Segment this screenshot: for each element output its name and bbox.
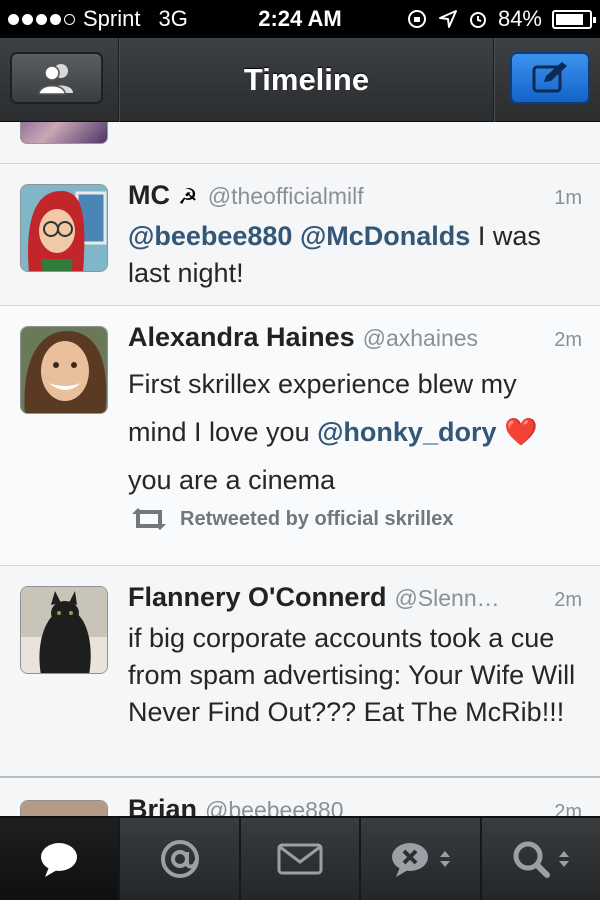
tab-timeline[interactable] <box>0 818 121 900</box>
compose-button[interactable] <box>510 52 590 104</box>
mention-link[interactable]: @honky_dory <box>317 417 496 447</box>
list-item[interactable] <box>0 122 600 164</box>
carrier-name: Sprint <box>83 6 141 31</box>
chevron-updown-icon <box>558 851 569 867</box>
chevron-updown-icon <box>440 851 451 867</box>
tweet-header: Flannery O'Connerd @Slenn… 2m <box>128 582 582 616</box>
tweet-header: MC ☭ @theofficialmilf 1m <box>128 180 582 214</box>
tweet-handle[interactable]: @beebee880 <box>205 797 544 816</box>
avatar[interactable] <box>20 586 108 674</box>
tab-retweets[interactable] <box>361 818 482 900</box>
search-icon <box>513 841 550 878</box>
tweet-timestamp: 2m <box>554 801 582 816</box>
battery-icon <box>552 9 596 29</box>
avatar[interactable] <box>20 326 108 414</box>
messages-icon <box>277 843 323 875</box>
tweet-text: @beebee880 @McDonalds I was last night! <box>128 218 580 292</box>
tweet-cell[interactable]: MC ☭ @theofficialmilf 1m @beebee880 @McD… <box>0 164 600 306</box>
mentions-icon <box>160 840 199 878</box>
tweet-header: Alexandra Haines @axhaines 2m <box>128 322 582 356</box>
signal-strength-icon <box>8 13 75 25</box>
compose-icon <box>532 62 567 93</box>
heart-emoji: ❤️ <box>504 417 538 447</box>
tweet-handle[interactable]: @theofficialmilf <box>208 183 544 210</box>
mention-link[interactable]: @McDonalds <box>300 221 470 251</box>
tweet-author-name[interactable]: Alexandra Haines <box>128 322 355 353</box>
tweet-cell[interactable]: Brian @beebee880 2m <box>0 794 600 816</box>
tweet-timestamp: 2m <box>554 589 582 611</box>
tweet-cell[interactable]: Flannery O'Connerd @Slenn… 2m if big cor… <box>0 566 600 778</box>
nav-bar: Timeline <box>0 38 600 122</box>
tweet-timestamp: 2m <box>554 329 582 351</box>
retweet-label[interactable]: Retweeted by official skrillex <box>180 508 453 531</box>
retweet-icon <box>132 508 166 530</box>
tweet-text: First skrillex experience blew my mind I… <box>128 360 580 504</box>
tweet-author-name[interactable]: MC <box>128 180 170 211</box>
timeline-list[interactable]: MC ☭ @theofficialmilf 1m @beebee880 @McD… <box>0 122 600 816</box>
tweet-handle[interactable]: @axhaines <box>363 325 545 352</box>
tab-bar <box>0 816 600 900</box>
alarm-clock-icon <box>469 12 486 28</box>
tweet-header: Brian @beebee880 2m <box>128 794 582 816</box>
tweet-cell[interactable]: Alexandra Haines @axhaines 2m First skri… <box>0 306 600 566</box>
retweet-attribution: Retweeted by official skrillex <box>128 506 453 532</box>
retweets-icon <box>392 843 429 877</box>
status-bar: Sprint 3G 2:24 AM 84% <box>0 0 600 38</box>
battery-percentage: 84% <box>497 6 542 31</box>
tweet-author-name[interactable]: Brian <box>128 794 197 816</box>
tab-messages[interactable] <box>241 818 362 900</box>
tweet-text: if big corporate accounts took a cue fro… <box>128 623 576 727</box>
accounts-button[interactable] <box>10 52 103 104</box>
avatar[interactable] <box>20 800 108 816</box>
avatar[interactable] <box>20 184 108 272</box>
tab-search[interactable] <box>482 818 600 900</box>
hammer-sickle-symbol: ☭ <box>178 184 198 209</box>
rotation-lock-icon <box>407 10 426 28</box>
tab-mentions[interactable] <box>120 818 241 900</box>
tweet-text-segment: you are a cinema <box>128 465 336 495</box>
battery-fill <box>556 13 583 25</box>
avatar[interactable] <box>20 122 108 144</box>
tweet-timestamp: 1m <box>554 187 582 209</box>
accounts-icon <box>37 64 73 95</box>
tweet-handle[interactable]: @Slenn… <box>394 585 544 612</box>
mention-link[interactable]: @beebee880 <box>128 221 292 251</box>
tweet-author-name[interactable]: Flannery O'Connerd <box>128 582 386 613</box>
location-arrow-icon <box>438 10 457 28</box>
page-title: Timeline <box>243 62 370 97</box>
timeline-bubble-icon <box>41 843 78 877</box>
network-type: 3G <box>158 6 188 31</box>
